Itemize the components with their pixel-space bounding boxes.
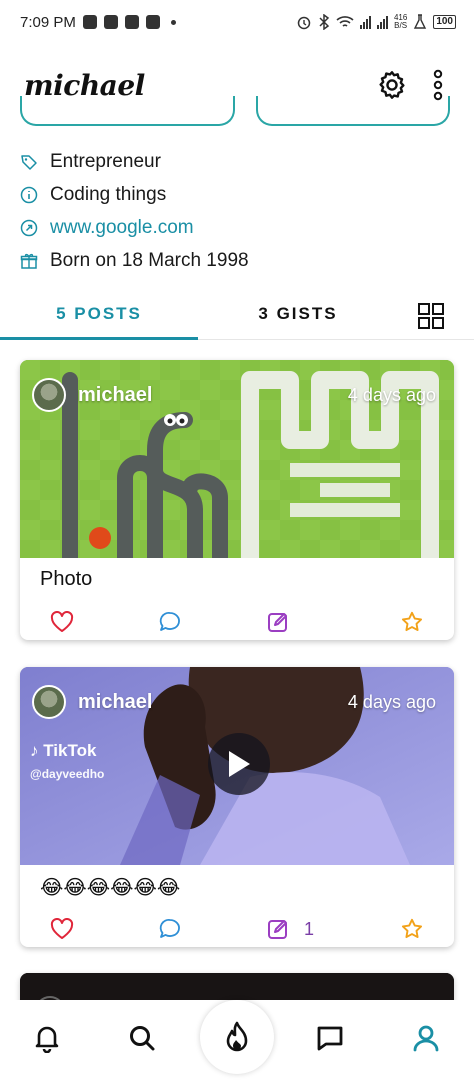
nav-search[interactable] (126, 1022, 158, 1054)
status-right: 416 B/S 100 (296, 14, 456, 30)
gift-icon (20, 253, 38, 269)
flask-icon (414, 14, 427, 29)
snapchat-notification-icon (103, 15, 118, 29)
tab-gists[interactable]: 3 GISTS (198, 292, 398, 340)
caption-emojis: 😂😂😂😂😂😂 (40, 877, 181, 899)
signal-icon (359, 15, 371, 29)
post-username[interactable]: michael (78, 384, 348, 407)
more-notifications-icon (170, 19, 176, 25)
grid-view-button[interactable] (416, 301, 446, 331)
post-actions: 1 (20, 909, 454, 947)
profile-tabs: 5 POSTS 3 GISTS (0, 292, 474, 340)
heart-icon (50, 611, 74, 632)
alarm-icon (297, 16, 311, 30)
post-caption: Photo (40, 568, 93, 590)
heart-icon (50, 918, 74, 939)
status-time: 7:09 PM (20, 13, 76, 31)
edit-button[interactable] (266, 610, 374, 634)
battery-indicator: 100 (433, 15, 456, 29)
profile-action-button-left[interactable] (20, 96, 235, 126)
bio-row: Coding things (20, 178, 460, 211)
edit-icon (268, 920, 287, 939)
fire-icon (226, 1021, 248, 1052)
search-icon (130, 1026, 155, 1051)
tag-icon (21, 154, 37, 170)
post-time: 4 days ago (347, 384, 436, 405)
post-image[interactable]: michael 4 days ago (20, 360, 454, 558)
post-username[interactable]: michael (78, 691, 348, 714)
tab-posts[interactable]: 5 POSTS (0, 292, 198, 340)
website-link[interactable]: www.google.com (50, 217, 194, 239)
avatar[interactable] (32, 685, 66, 719)
net-speed-unit: B/S (394, 21, 408, 30)
comment-button[interactable] (158, 610, 266, 634)
bio-text: Coding things (50, 183, 167, 205)
tiktok-brand: TikTok (43, 741, 97, 760)
signal-icon (376, 15, 388, 29)
tiktok-handle: @dayveedho (30, 767, 105, 781)
profile-icon (413, 1025, 439, 1052)
comment-icon (159, 612, 180, 631)
star-icon (401, 611, 423, 632)
info-icon (20, 186, 38, 203)
occupation-text: Entrepreneur (50, 150, 161, 172)
app-notification-icon (145, 15, 160, 29)
edit-count: 1 (304, 918, 315, 939)
profile-action-button-right[interactable] (256, 96, 450, 126)
post-header: michael 4 days ago (32, 378, 436, 412)
avatar[interactable] (32, 378, 66, 412)
favorite-button[interactable] (400, 917, 424, 941)
status-bar: 7:09 PM 416 B/S 100 (0, 0, 474, 44)
network-speed: 416 B/S (394, 14, 407, 30)
wifi-icon (336, 16, 354, 27)
comment-icon (159, 919, 180, 938)
edit-icon (268, 613, 287, 632)
favorite-button[interactable] (400, 610, 424, 634)
trending-button[interactable] (200, 1000, 274, 1074)
nav-notifications[interactable] (31, 1022, 63, 1054)
like-button[interactable] (50, 611, 158, 633)
bell-icon (35, 1026, 59, 1053)
occupation-row: Entrepreneur (20, 145, 460, 178)
slack-notification-icon (124, 15, 139, 29)
birthday-row: Born on 18 March 1998 (20, 244, 460, 277)
post-video[interactable]: michael 4 days ago ♪ TikTok @dayveedho (20, 667, 454, 865)
play-button[interactable] (208, 733, 270, 795)
website-row[interactable]: www.google.com (20, 211, 460, 244)
profile-info: Entrepreneur Coding things www.google.co… (20, 145, 460, 277)
comment-button[interactable] (158, 917, 266, 941)
post-time: 4 days ago (347, 691, 436, 712)
nav-profile[interactable] (410, 1022, 442, 1054)
status-left: 7:09 PM (20, 14, 176, 31)
post-header: michael 4 days ago (32, 685, 436, 719)
like-button[interactable] (50, 918, 158, 940)
chat-icon (317, 1026, 343, 1051)
tiktok-watermark: ♪ TikTok (30, 741, 97, 760)
post-actions (20, 602, 454, 640)
play-icon (229, 751, 250, 777)
snapchat-notification-icon (82, 15, 97, 29)
star-icon (401, 918, 423, 939)
post-card[interactable]: michael 4 days ago ♪ TikTok @dayveedho 😂… (20, 667, 454, 947)
grid-icon (418, 302, 444, 329)
edit-button[interactable]: 1 (266, 917, 374, 941)
nav-messages[interactable] (314, 1022, 346, 1054)
link-icon (20, 219, 38, 236)
bluetooth-icon (319, 14, 330, 30)
post-caption: 😂😂😂😂😂😂 (20, 865, 454, 909)
birthday-text: Born on 18 March 1998 (50, 249, 249, 271)
post-card[interactable]: michael 4 days ago Photo (20, 360, 454, 640)
